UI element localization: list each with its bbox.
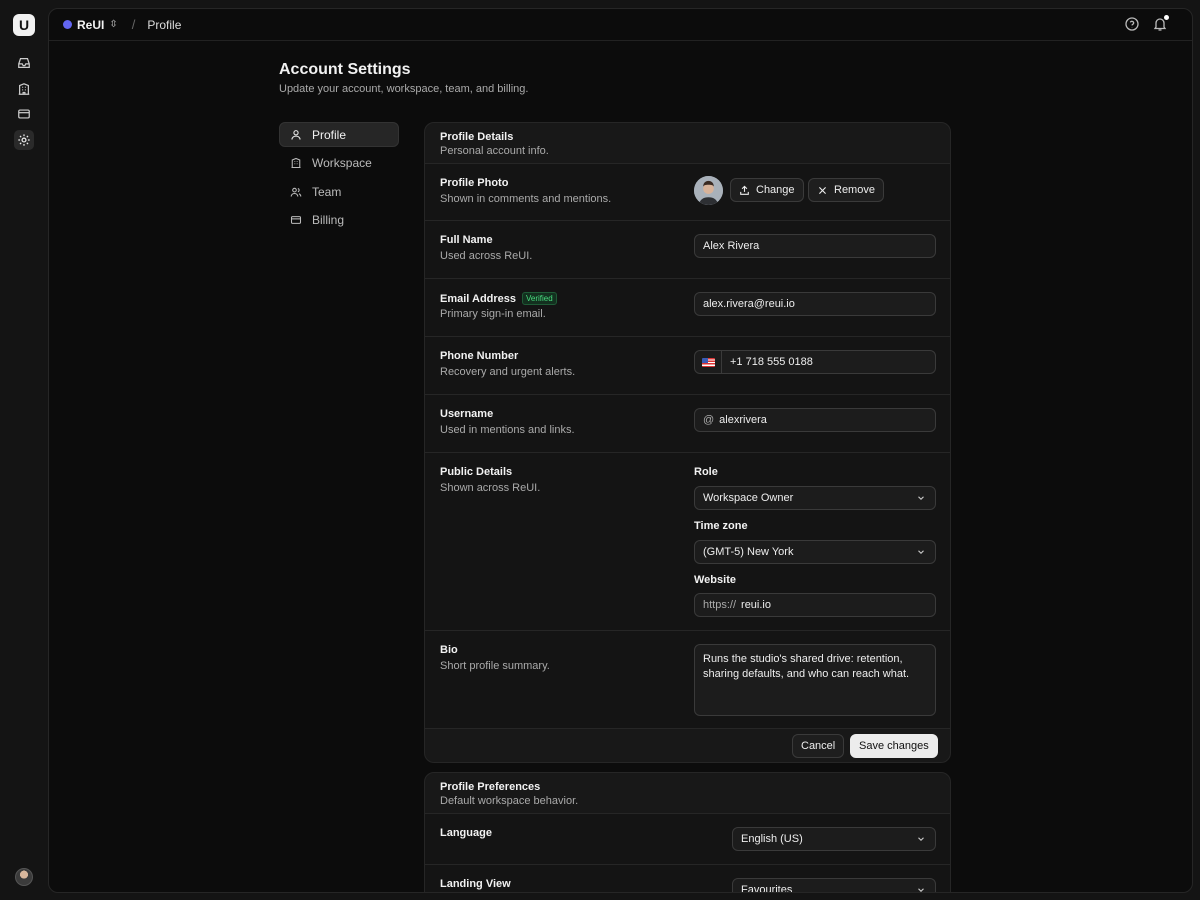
workspace-switcher[interactable]: ReUI ⇳ xyxy=(63,18,118,32)
us-flag-icon[interactable] xyxy=(695,351,722,373)
row-full-name: Full Name Used across ReUI. Alex Rivera xyxy=(425,221,950,279)
change-photo-button[interactable]: Change xyxy=(730,178,804,202)
help-icon[interactable] xyxy=(1124,16,1140,32)
notification-dot xyxy=(1164,15,1169,20)
landing-view-select[interactable]: Favourites xyxy=(732,878,936,892)
row-public-details: Public Details Shown across ReUI. Role W… xyxy=(425,453,950,631)
row-language: Language English (US) xyxy=(425,814,950,865)
chevron-down-icon xyxy=(918,888,924,892)
card-title: Profile Preferences xyxy=(440,781,541,793)
card-subtitle: Personal account info. xyxy=(440,145,549,157)
row-phone: Phone Number Recovery and urgent alerts.… xyxy=(425,337,950,395)
at-prefix: @ xyxy=(703,414,715,426)
user-avatar[interactable] xyxy=(15,868,33,886)
nav-item-profile[interactable]: Profile xyxy=(279,122,399,147)
save-changes-button[interactable]: Save changes xyxy=(850,734,938,758)
users-icon xyxy=(290,187,302,197)
chevron-down-icon xyxy=(918,837,924,842)
row-email: Email Address Verified Primary sign-in em… xyxy=(425,279,950,337)
chevron-up-down-icon: ⇳ xyxy=(109,19,118,30)
main-frame: ReUI ⇳ / Profile Account Settings Update… xyxy=(48,8,1193,893)
card-subtitle: Default workspace behavior. xyxy=(440,795,579,807)
verified-badge: Verified xyxy=(522,292,557,305)
topbar: ReUI ⇳ / Profile xyxy=(49,9,1192,41)
bio-textarea[interactable]: Runs the studio's shared drive: retentio… xyxy=(694,644,936,716)
website-input[interactable]: https:// reui.io xyxy=(694,593,936,617)
inbox-icon[interactable] xyxy=(14,53,34,73)
credit-card-icon[interactable] xyxy=(14,104,34,124)
credit-card-icon xyxy=(290,216,302,224)
full-name-input[interactable]: Alex Rivera xyxy=(694,234,936,258)
page-title: Account Settings xyxy=(279,61,411,78)
nav-item-team[interactable]: Team xyxy=(279,179,399,204)
close-icon xyxy=(819,186,826,194)
workspace-dot xyxy=(63,20,72,29)
nav-item-workspace[interactable]: Workspace xyxy=(279,151,399,176)
bell-icon[interactable] xyxy=(1152,15,1169,32)
phone-input[interactable]: +1 718 555 0188 xyxy=(694,350,936,374)
timezone-select[interactable]: (GMT-5) New York xyxy=(694,540,936,564)
cancel-button[interactable]: Cancel xyxy=(792,734,845,758)
user-icon xyxy=(291,129,301,140)
building-icon xyxy=(291,157,301,169)
profile-photo xyxy=(694,176,723,205)
profile-details-card: Profile Details Personal account info. P… xyxy=(424,122,951,763)
username-input[interactable]: @ alexrivera xyxy=(694,408,936,432)
page-subtitle: Update your account, workspace, team, an… xyxy=(279,83,529,95)
row-bio: Bio Short profile summary. Runs the stud… xyxy=(425,631,950,728)
settings-gear-icon[interactable] xyxy=(14,130,34,150)
breadcrumb-separator: / xyxy=(131,17,136,32)
breadcrumb-current: Profile xyxy=(147,17,182,32)
row-username: Username Used in mentions and links. @ a… xyxy=(425,395,950,453)
row-profile-photo: Profile Photo Shown in comments and ment… xyxy=(425,164,950,221)
nav-item-billing[interactable]: Billing xyxy=(279,208,399,233)
building-icon[interactable] xyxy=(14,79,34,99)
workspace-name: ReUI xyxy=(77,17,105,32)
icon-rail: U xyxy=(0,0,48,900)
app-logo[interactable]: U xyxy=(13,14,35,36)
language-select[interactable]: English (US) xyxy=(732,827,936,851)
profile-preferences-card: Profile Preferences Default workspace be… xyxy=(424,772,951,892)
card-title: Profile Details xyxy=(440,131,514,143)
remove-photo-button[interactable]: Remove xyxy=(808,178,884,202)
email-input[interactable]: alex.rivera@reui.io xyxy=(694,292,936,316)
settings-nav: Profile Workspace Team Billing xyxy=(279,122,399,236)
role-select[interactable]: Workspace Owner xyxy=(694,486,936,510)
upload-icon xyxy=(740,185,749,195)
row-landing-view: Landing View Favourites xyxy=(425,865,950,892)
chevron-down-icon xyxy=(918,550,924,555)
chevron-down-icon xyxy=(918,496,924,501)
